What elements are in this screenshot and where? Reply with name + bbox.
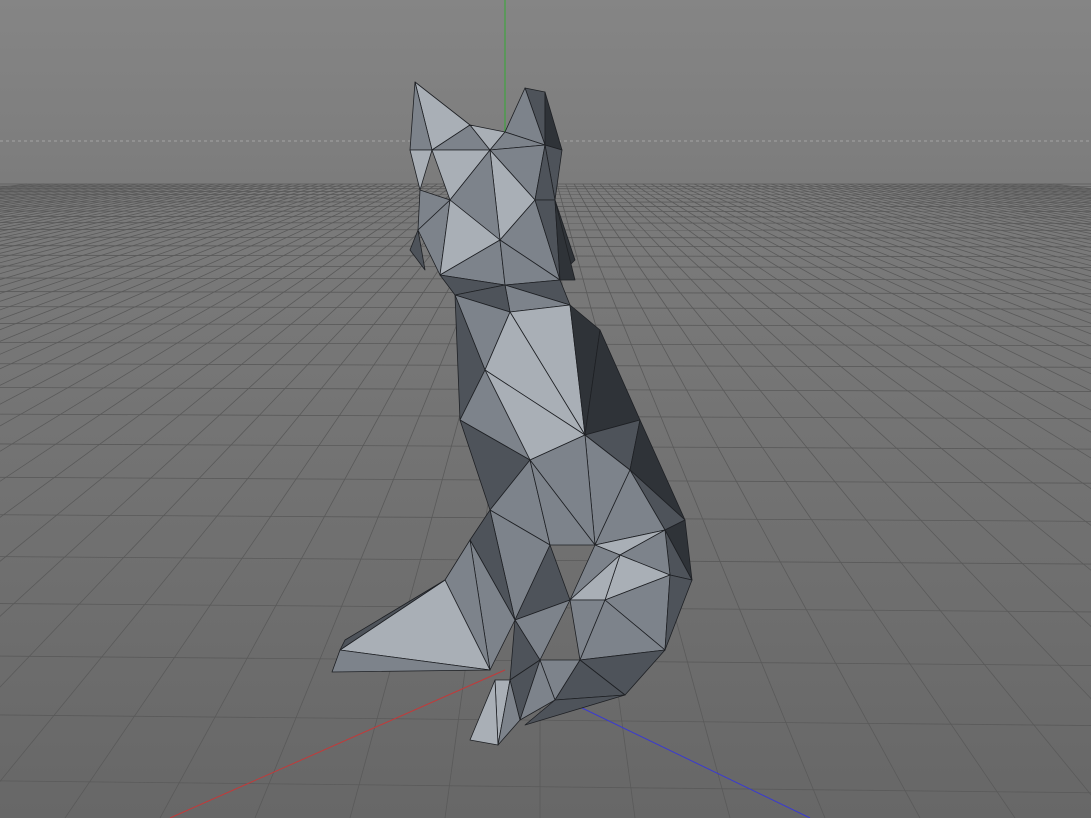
viewport-canvas[interactable] [0,0,1091,818]
3d-viewport[interactable] [0,0,1091,818]
